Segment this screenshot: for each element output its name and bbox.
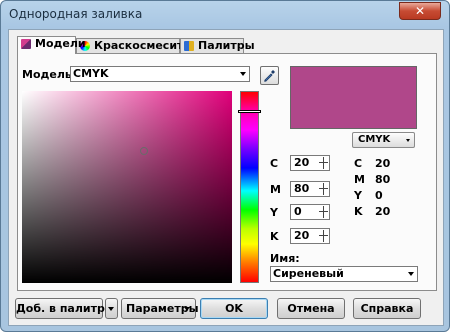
close-button[interactable]: ✕: [399, 2, 441, 20]
tab-palettes-label: Палитры: [198, 39, 255, 52]
tab-models-label: Модели: [35, 37, 86, 50]
eyedropper-button[interactable]: [260, 66, 279, 85]
parameters-button[interactable]: Параметры: [121, 298, 199, 319]
cancel-label: Отмена: [287, 302, 335, 315]
spinner-icon[interactable]: [319, 157, 328, 169]
add-to-palette-label: Доб. в палитру: [16, 302, 113, 315]
channel-y-value: 0: [294, 205, 302, 218]
channel-k-input[interactable]: 20: [290, 228, 330, 244]
channel-c-value: 20: [294, 156, 310, 169]
readout-k-label: K: [354, 205, 363, 218]
name-label: Имя:: [270, 252, 300, 265]
model-select[interactable]: CMYK: [70, 66, 250, 82]
hue-slider-handle[interactable]: [238, 110, 261, 113]
add-to-palette-button[interactable]: Доб. в палитру: [15, 298, 112, 319]
models-icon: [21, 39, 31, 49]
help-label: Справка: [360, 302, 414, 315]
model-select-value: CMYK: [73, 67, 109, 80]
channel-m-input[interactable]: 80: [290, 181, 330, 197]
color-name-value: Сиреневый: [273, 267, 344, 280]
readout-c-value: 20: [375, 157, 391, 170]
color-preview-swatch: [290, 66, 417, 129]
color-field[interactable]: [22, 91, 232, 283]
tab-palettes[interactable]: Палитры: [180, 38, 255, 53]
dialog-client-area: Модели Краскосмесители Палитры Модель: C…: [8, 29, 444, 326]
channel-c-label: C: [270, 157, 279, 170]
models-panel: Модель: CMYK C 20 M 80 Y 0 K 20 CMYK C 2…: [17, 53, 437, 291]
channel-m-label: M: [270, 183, 281, 196]
readout-m-value: 80: [375, 173, 391, 186]
channel-k-value: 20: [294, 229, 310, 242]
readout-m-label: M: [354, 173, 365, 186]
channel-m-value: 80: [294, 182, 310, 195]
readout-y-value: 0: [375, 189, 383, 202]
chevron-down-icon: [184, 307, 190, 311]
color-name-select[interactable]: Сиреневый: [270, 266, 418, 282]
chevron-down-icon: [406, 139, 410, 142]
channel-c-input[interactable]: 20: [290, 155, 330, 171]
channel-y-label: Y: [270, 206, 278, 219]
ok-label: OK: [225, 302, 243, 315]
dialog-window: Однородная заливка ✕ Модели Краскосмесит…: [0, 0, 450, 332]
chevron-down-icon: [408, 272, 414, 276]
readout-c-label: C: [354, 157, 363, 170]
channel-y-input[interactable]: 0: [290, 204, 330, 220]
tab-color-mixers[interactable]: Краскосмесители: [76, 38, 207, 53]
readout-k-value: 20: [375, 205, 391, 218]
readout-model-select[interactable]: CMYK: [352, 132, 415, 148]
add-to-palette-dropdown[interactable]: [105, 298, 118, 319]
spinner-icon[interactable]: [319, 230, 328, 242]
spinner-icon[interactable]: [319, 183, 328, 195]
spinner-icon[interactable]: [319, 206, 328, 218]
ok-button[interactable]: OK: [200, 298, 268, 319]
window-title: Однородная заливка: [9, 7, 143, 21]
help-button[interactable]: Справка: [353, 298, 421, 319]
chevron-down-icon: [240, 72, 246, 76]
palette-icon: [184, 41, 194, 51]
chevron-down-icon: [108, 307, 114, 311]
eyedropper-icon: [264, 70, 275, 82]
hue-slider[interactable]: [240, 91, 259, 283]
readout-model-value: CMYK: [358, 134, 391, 145]
close-icon: ✕: [414, 4, 426, 18]
readout-y-label: Y: [354, 189, 362, 202]
model-label: Модель:: [22, 68, 77, 81]
tab-models[interactable]: Модели: [17, 36, 86, 54]
channel-k-label: K: [270, 230, 279, 243]
cancel-button[interactable]: Отмена: [277, 298, 345, 319]
color-field-gradient: [22, 91, 232, 283]
